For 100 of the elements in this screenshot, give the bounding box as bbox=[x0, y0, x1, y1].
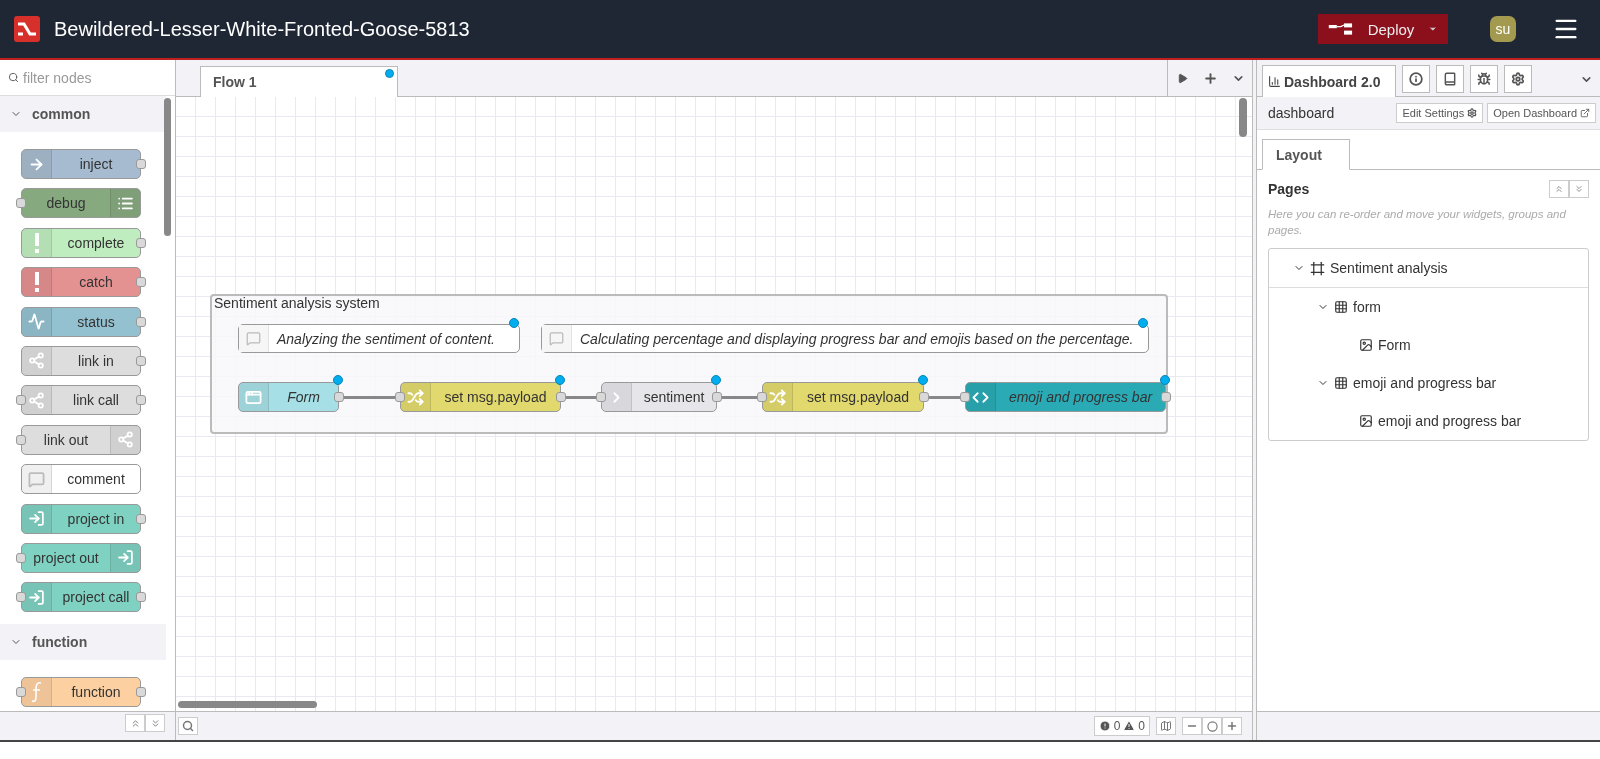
flow-tab[interactable]: Flow 1 bbox=[200, 66, 398, 97]
info-icon bbox=[1409, 72, 1423, 86]
output-port[interactable] bbox=[136, 316, 146, 327]
output-port[interactable] bbox=[136, 237, 146, 248]
output-port[interactable] bbox=[1161, 392, 1171, 402]
sidebar-title: dashboard bbox=[1268, 105, 1336, 121]
palette-node[interactable]: catch bbox=[21, 267, 141, 298]
output-port[interactable] bbox=[136, 277, 146, 288]
function-icon bbox=[30, 681, 43, 704]
output-port[interactable] bbox=[136, 395, 146, 406]
output-port[interactable] bbox=[136, 687, 146, 698]
flow-node[interactable]: set msg.payload bbox=[400, 382, 561, 412]
category-header[interactable]: common bbox=[0, 96, 166, 132]
palette-node[interactable]: function bbox=[21, 677, 141, 708]
layout-tab[interactable]: Layout bbox=[1262, 139, 1350, 170]
comment-node[interactable]: Calculating percentage and displaying progress bar and emojis based on the percentage. bbox=[541, 324, 1149, 353]
play-icon bbox=[1176, 72, 1188, 84]
status-counter[interactable]: 0 0 bbox=[1093, 716, 1150, 736]
image-icon bbox=[1359, 414, 1373, 428]
flow-node[interactable]: Form bbox=[238, 382, 339, 412]
output-port[interactable] bbox=[556, 392, 566, 402]
input-port[interactable] bbox=[16, 434, 26, 445]
open-dashboard-button[interactable]: Open Dashboard bbox=[1487, 103, 1596, 123]
output-port[interactable] bbox=[334, 392, 344, 402]
input-port[interactable] bbox=[395, 392, 405, 402]
deploy-button[interactable]: Deploy bbox=[1318, 14, 1448, 44]
output-port[interactable] bbox=[919, 392, 929, 402]
input-port[interactable] bbox=[16, 198, 26, 209]
palette-node[interactable]: project in bbox=[21, 503, 141, 534]
expand-all-button[interactable] bbox=[145, 714, 165, 732]
palette-node[interactable]: link out bbox=[21, 424, 141, 455]
palette-node[interactable]: inject bbox=[21, 149, 141, 179]
scrollbar-thumb[interactable] bbox=[1239, 98, 1247, 137]
gear-icon bbox=[1467, 108, 1478, 118]
debug-tab[interactable] bbox=[1470, 65, 1498, 93]
shuffle-icon bbox=[769, 388, 786, 406]
zoom-out-button[interactable] bbox=[1182, 717, 1202, 735]
tree-item-label[interactable]: Form bbox=[1378, 337, 1411, 353]
map-icon bbox=[1160, 720, 1172, 732]
pulse-icon bbox=[28, 313, 45, 331]
sidebar-tab[interactable]: Dashboard 2.0 bbox=[1262, 65, 1396, 97]
speech-bubble-icon bbox=[28, 470, 45, 488]
palette-node[interactable]: link in bbox=[21, 345, 141, 376]
output-port[interactable] bbox=[136, 513, 146, 524]
palette-node[interactable]: comment bbox=[21, 464, 141, 495]
settings-tab[interactable] bbox=[1504, 65, 1532, 93]
edit-settings-button[interactable]: Edit Settings bbox=[1396, 103, 1484, 123]
input-port[interactable] bbox=[757, 392, 767, 402]
input-port[interactable] bbox=[16, 552, 26, 563]
input-port[interactable] bbox=[16, 395, 26, 406]
scrollbar-thumb[interactable] bbox=[178, 701, 317, 708]
grid-icon bbox=[1334, 300, 1348, 314]
zoom-reset-button[interactable] bbox=[1202, 717, 1222, 735]
help-tab[interactable] bbox=[1436, 65, 1464, 93]
input-port[interactable] bbox=[596, 392, 606, 402]
external-link-icon bbox=[1580, 108, 1590, 118]
deploy-icon bbox=[1328, 21, 1354, 37]
palette-node[interactable]: complete bbox=[21, 227, 141, 258]
image-icon bbox=[1359, 338, 1373, 352]
palette-node[interactable]: status bbox=[21, 306, 141, 337]
palette-node[interactable]: link call bbox=[21, 385, 141, 416]
info-tab[interactable] bbox=[1402, 65, 1430, 93]
tree-item-label[interactable]: emoji and progress bar bbox=[1353, 375, 1497, 391]
link-icon bbox=[28, 391, 45, 409]
output-port[interactable] bbox=[136, 159, 146, 169]
form-icon bbox=[245, 388, 262, 406]
search-button[interactable] bbox=[178, 717, 198, 735]
output-port[interactable] bbox=[136, 592, 146, 603]
tree-item-label[interactable]: form bbox=[1353, 299, 1381, 315]
collapse-all-button[interactable] bbox=[1549, 180, 1569, 198]
flow-node[interactable]: set msg.payload bbox=[762, 382, 924, 412]
palette-node[interactable]: debug bbox=[21, 188, 141, 219]
input-port[interactable] bbox=[960, 392, 970, 402]
bar-chart-icon bbox=[1268, 75, 1281, 88]
palette-node[interactable]: project call bbox=[21, 582, 141, 613]
output-port[interactable] bbox=[712, 392, 722, 402]
plus-icon bbox=[1226, 720, 1238, 732]
palette-node[interactable]: project out bbox=[21, 542, 141, 573]
scrollbar-thumb[interactable] bbox=[164, 98, 171, 236]
input-port[interactable] bbox=[16, 687, 26, 698]
speech-bubble-icon bbox=[246, 331, 261, 346]
tree-item-label[interactable]: emoji and progress bar bbox=[1378, 413, 1522, 429]
zoom-in-button[interactable] bbox=[1222, 717, 1242, 735]
comment-node[interactable]: Analyzing the sentiment of content. bbox=[238, 324, 520, 353]
plus-icon bbox=[1202, 70, 1218, 86]
collapse-all-button[interactable] bbox=[125, 714, 145, 732]
page-icon bbox=[1310, 260, 1325, 276]
tree-item-label[interactable]: Sentiment analysis bbox=[1330, 260, 1448, 276]
flow-node[interactable]: emoji and progress bar bbox=[965, 382, 1166, 412]
grid-icon bbox=[1334, 376, 1348, 390]
expand-all-button[interactable] bbox=[1569, 180, 1589, 198]
help-text: Here you can re-order and move your widgets, groups and pages. bbox=[1268, 207, 1567, 238]
input-port[interactable] bbox=[16, 592, 26, 603]
section-title: Pages bbox=[1268, 181, 1311, 197]
flow-node[interactable]: sentiment bbox=[601, 382, 717, 412]
category-header[interactable]: function bbox=[0, 624, 166, 661]
map-button[interactable] bbox=[1156, 717, 1176, 735]
output-port[interactable] bbox=[136, 355, 146, 366]
shuffle-icon bbox=[407, 388, 424, 406]
exclamation-icon bbox=[32, 272, 41, 293]
